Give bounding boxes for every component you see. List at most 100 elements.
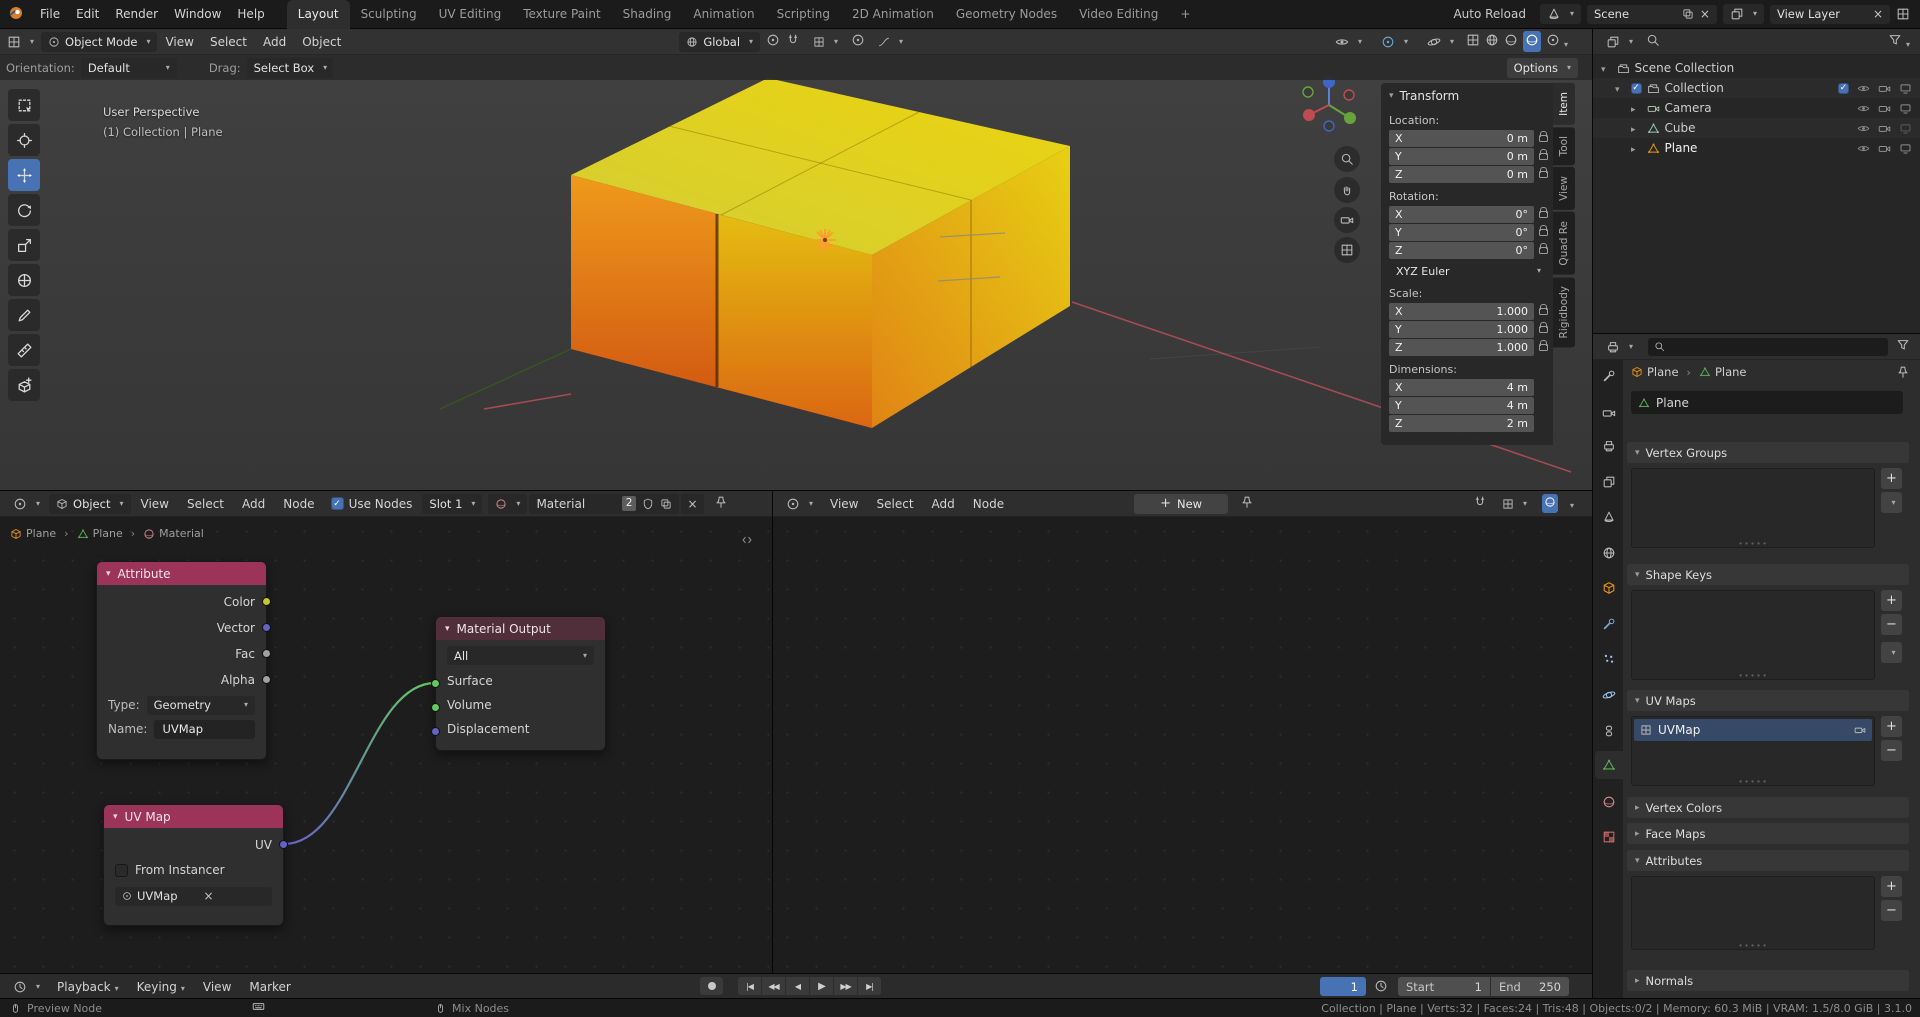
render-layer-icon[interactable] (1896, 7, 1910, 21)
panel-face-maps[interactable]: Face Maps (1627, 823, 1909, 844)
view-layer-field[interactable]: View Layer (1770, 4, 1890, 24)
workspace-tab-sculpting[interactable]: Sculpting (350, 0, 428, 29)
add-workspace-button[interactable]: + (1169, 0, 1201, 29)
node-menu-view[interactable]: View (822, 497, 866, 511)
tool-select-box[interactable] (8, 89, 40, 121)
snap-target-dropdown[interactable] (806, 32, 845, 52)
dimensions-y-field[interactable]: Y4 m (1389, 397, 1534, 414)
tab-texture[interactable] (1595, 823, 1623, 851)
tab-output[interactable] (1595, 432, 1623, 460)
uv-map-row[interactable]: UVMap (1634, 719, 1872, 741)
attribute-type-dropdown[interactable]: Geometry (146, 695, 255, 715)
workspace-tab-geometry-nodes[interactable]: Geometry Nodes (945, 0, 1068, 29)
tool-add-cube[interactable] (8, 369, 40, 401)
jump-to-end-button[interactable]: ▶| (858, 977, 881, 995)
tab-material[interactable] (1595, 788, 1623, 816)
overlays-dropdown[interactable] (1420, 32, 1461, 52)
play-reverse-button[interactable]: ◀ (786, 977, 809, 995)
panel-vertex-groups[interactable]: Vertex Groups (1627, 442, 1909, 463)
snap-magnet-icon[interactable] (786, 33, 800, 50)
breadcrumb-object[interactable]: Plane (1647, 365, 1679, 379)
rotation-x-field[interactable]: X 0° (1389, 206, 1534, 223)
node-attribute[interactable]: Attribute Color Vector Fac Alpha Type: G… (96, 561, 271, 760)
remove-attribute-button[interactable] (1881, 900, 1902, 921)
sidebar-tab-quad-remesher[interactable]: Quad Re (1553, 212, 1575, 275)
scene-name-field[interactable]: Scene (1586, 4, 1717, 24)
socket-color-output[interactable] (262, 597, 271, 606)
menu-file[interactable]: File (32, 7, 68, 21)
disable-viewport-icon[interactable] (1899, 102, 1912, 115)
remove-uv-map-button[interactable] (1881, 740, 1902, 761)
workspace-tab-shading[interactable]: Shading (612, 0, 683, 29)
timeline-menu-marker[interactable]: Marker (241, 980, 298, 994)
filter-icon[interactable] (1888, 33, 1914, 50)
dimensions-z-field[interactable]: Z2 m (1389, 415, 1534, 432)
disable-viewport-icon[interactable] (1899, 82, 1912, 95)
scale-x-field[interactable]: X 1.000 (1389, 303, 1534, 320)
vertex-group-specials-button[interactable] (1881, 492, 1902, 513)
timeline-menu-view[interactable]: View (195, 980, 239, 994)
tab-object-data[interactable] (1595, 751, 1623, 779)
hide-eye-icon[interactable] (1857, 102, 1870, 115)
menu-help[interactable]: Help (229, 7, 272, 21)
tool-transform[interactable] (8, 264, 40, 296)
overlays-dropdown[interactable] (1566, 497, 1574, 511)
editor-type-dropdown[interactable] (0, 32, 41, 52)
socket-fac-output[interactable] (262, 649, 271, 658)
pin-icon[interactable] (1896, 365, 1910, 382)
scale-z-field[interactable]: Z 1.000 (1389, 339, 1534, 356)
editor-type-dropdown[interactable] (6, 977, 47, 997)
lock-icon[interactable] (1539, 304, 1548, 315)
shading-rendered-button[interactable] (1546, 33, 1568, 50)
snap-magnet-icon[interactable] (1473, 495, 1487, 512)
play-button[interactable]: ▶ (810, 977, 833, 995)
viewport-menu-object[interactable]: Object (294, 35, 349, 49)
disable-viewport-icon[interactable] (1899, 122, 1912, 135)
add-attribute-button[interactable] (1881, 876, 1902, 897)
node-menu-add[interactable]: Add (924, 497, 963, 511)
lock-icon[interactable] (1539, 225, 1548, 236)
add-shape-key-button[interactable] (1881, 590, 1902, 611)
object-visibility-dropdown[interactable] (1328, 32, 1369, 52)
disable-render-icon[interactable] (1878, 142, 1891, 155)
tab-particles[interactable] (1595, 645, 1623, 673)
tool-rotate[interactable] (8, 194, 40, 226)
rotation-mode-dropdown[interactable]: XYZ Euler (1389, 262, 1548, 280)
location-y-field[interactable]: Y0 m (1389, 148, 1534, 165)
transform-panel-header[interactable]: Transform (1381, 85, 1553, 107)
disable-viewport-icon[interactable] (1899, 142, 1912, 155)
disable-render-icon[interactable] (1878, 102, 1891, 115)
zoom-button[interactable] (1334, 146, 1360, 172)
sidebar-tab-item[interactable]: Item (1553, 83, 1575, 125)
previous-keyframe-button[interactable]: ◀◀ (762, 977, 785, 995)
tree-row-plane[interactable]: Plane (1593, 138, 1920, 158)
workspace-tab-uv-editing[interactable]: UV Editing (428, 0, 513, 29)
socket-surface-input[interactable] (431, 679, 440, 688)
scene-browse-dropdown[interactable] (1539, 4, 1581, 24)
sidebar-tab-view[interactable]: View (1553, 167, 1575, 211)
unlink-scene-icon[interactable] (1700, 7, 1710, 21)
add-uv-map-button[interactable] (1881, 716, 1902, 737)
falloff-dropdown[interactable] (871, 32, 910, 52)
overlays-toggle[interactable] (1541, 494, 1558, 513)
add-vertex-group-button[interactable] (1881, 468, 1902, 489)
blender-logo-icon[interactable] (0, 5, 32, 24)
tool-measure[interactable] (8, 334, 40, 366)
new-node-tree-button[interactable]: New (1134, 493, 1229, 514)
hide-eye-icon[interactable] (1857, 142, 1870, 155)
jump-to-start-button[interactable]: |◀ (738, 977, 761, 995)
scale-y-field[interactable]: Y 1.000 (1389, 321, 1534, 338)
rotation-z-field[interactable]: Z 0° (1389, 242, 1534, 259)
frame-end-field[interactable]: End 250 (1491, 977, 1569, 996)
viewport-menu-select[interactable]: Select (202, 35, 255, 49)
frame-start-field[interactable]: Start 1 (1398, 977, 1490, 996)
socket-volume-input[interactable] (431, 703, 440, 712)
lock-icon[interactable] (1539, 131, 1548, 142)
lock-icon[interactable] (1539, 243, 1548, 254)
tab-world[interactable] (1595, 539, 1623, 567)
node-canvas[interactable] (773, 517, 1592, 973)
drag-value-dropdown[interactable]: Select Box (246, 57, 333, 78)
tool-scale[interactable] (8, 229, 40, 261)
tool-move[interactable] (8, 159, 40, 191)
node-uv-map[interactable]: UV Map UV From Instancer UVMap (103, 804, 288, 926)
